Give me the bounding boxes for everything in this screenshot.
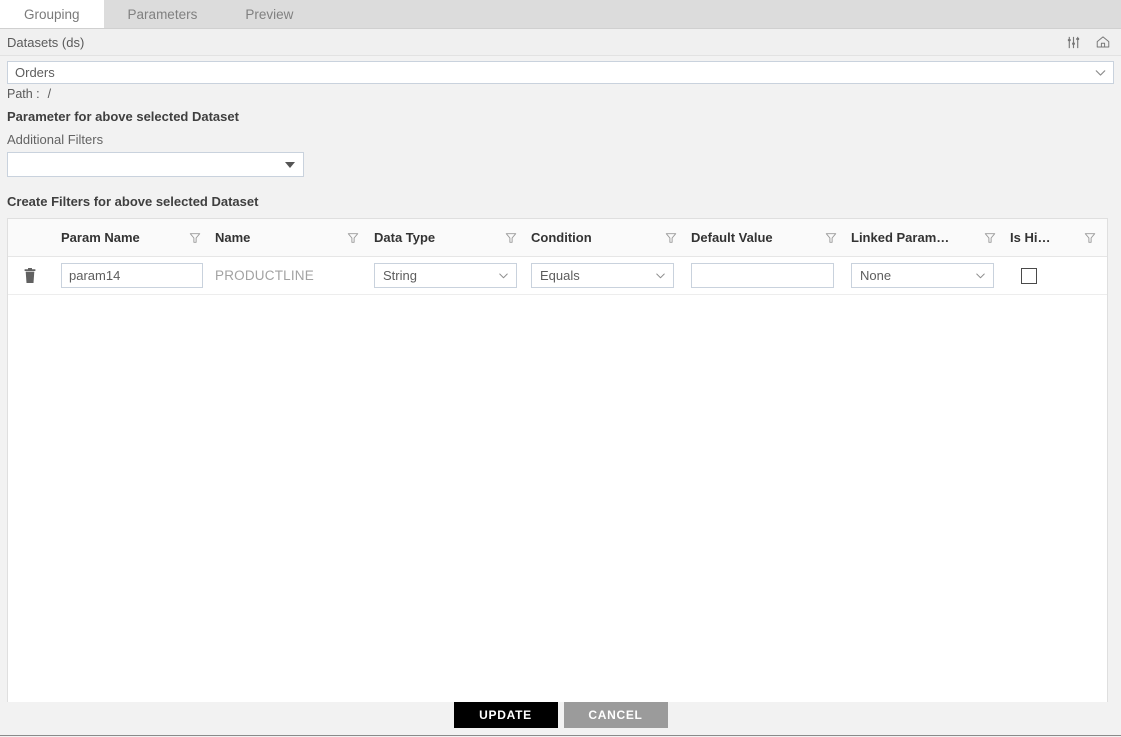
grid-header-is-hidden[interactable]: Is Hi… bbox=[1007, 219, 1107, 256]
row-default-value-cell bbox=[688, 257, 848, 294]
condition-select[interactable]: Equals bbox=[531, 263, 674, 288]
tab-parameters[interactable]: Parameters bbox=[104, 0, 222, 28]
path-value: / bbox=[47, 87, 52, 101]
dataset-select-value: Orders bbox=[15, 65, 55, 80]
additional-filters-select[interactable] bbox=[7, 152, 304, 177]
path-label: Path : bbox=[7, 87, 40, 101]
datasets-label: Datasets (ds) bbox=[7, 34, 85, 50]
grid-header-default-value-label: Default Value bbox=[691, 230, 773, 245]
funnel-filter-icon[interactable] bbox=[822, 232, 840, 244]
param-name-input[interactable] bbox=[61, 263, 203, 288]
cancel-button-label: CANCEL bbox=[588, 708, 643, 722]
linked-param-value: None bbox=[860, 268, 892, 283]
row-condition-cell: Equals bbox=[528, 257, 688, 294]
row-linked-param-cell: None bbox=[848, 257, 1007, 294]
grid-header-delete bbox=[8, 219, 52, 256]
grid-header-data-type-label: Data Type bbox=[374, 230, 436, 245]
grid-header-param-name[interactable]: Param Name bbox=[52, 219, 212, 256]
tab-grouping-label: Grouping bbox=[24, 6, 80, 22]
tab-parameters-label: Parameters bbox=[127, 6, 198, 22]
grid-header-param-name-label: Param Name bbox=[61, 230, 140, 245]
grid-header-data-type[interactable]: Data Type bbox=[370, 219, 528, 256]
grid-header-row: Param Name Name Data Type Condition Defa… bbox=[8, 219, 1107, 257]
create-filters-heading: Create Filters for above selected Datase… bbox=[7, 194, 259, 209]
funnel-filter-icon[interactable] bbox=[186, 232, 204, 244]
cancel-button[interactable]: CANCEL bbox=[563, 702, 668, 728]
row-data-type-cell: String bbox=[370, 257, 528, 294]
is-hidden-checkbox[interactable] bbox=[1021, 267, 1037, 284]
parameter-section-heading: Parameter for above selected Dataset bbox=[7, 109, 239, 124]
grid-header-linked-param[interactable]: Linked Param… bbox=[848, 219, 1007, 256]
row-delete-cell bbox=[8, 257, 52, 294]
funnel-filter-icon[interactable] bbox=[1081, 232, 1099, 244]
grid-header-condition[interactable]: Condition bbox=[528, 219, 688, 256]
grid-header-name[interactable]: Name bbox=[212, 219, 370, 256]
filters-grid: Param Name Name Data Type Condition Defa… bbox=[7, 218, 1108, 703]
chevron-down-icon bbox=[1092, 64, 1109, 81]
path-line: Path : / bbox=[7, 87, 1114, 101]
linked-param-select[interactable]: None bbox=[851, 263, 994, 288]
sliders-icon[interactable] bbox=[1064, 33, 1082, 51]
grid-header-default-value[interactable]: Default Value bbox=[688, 219, 848, 256]
tab-preview[interactable]: Preview bbox=[221, 0, 317, 28]
update-button-label: UPDATE bbox=[479, 708, 532, 722]
data-type-select[interactable]: String bbox=[374, 263, 517, 288]
dialog-footer: UPDATE CANCEL bbox=[0, 702, 1121, 736]
row-param-name-cell bbox=[52, 257, 212, 294]
trash-icon[interactable] bbox=[8, 267, 52, 284]
grid-header-condition-label: Condition bbox=[531, 230, 592, 245]
funnel-filter-icon[interactable] bbox=[502, 232, 520, 244]
datasets-header-bar: Datasets (ds) bbox=[0, 29, 1121, 56]
row-name-cell: PRODUCTLINE bbox=[212, 257, 370, 294]
caret-down-icon bbox=[285, 161, 295, 168]
tab-strip: Grouping Parameters Preview bbox=[0, 0, 1121, 29]
home-icon[interactable] bbox=[1094, 33, 1112, 51]
main-content: Orders Path : / Parameter for above sele… bbox=[0, 61, 1121, 703]
tab-strip-filler bbox=[317, 0, 1121, 28]
datasets-header-actions bbox=[1064, 33, 1112, 51]
default-value-input[interactable] bbox=[691, 263, 834, 288]
tab-grouping[interactable]: Grouping bbox=[0, 0, 104, 28]
chevron-down-icon bbox=[653, 268, 668, 283]
tab-preview-label: Preview bbox=[245, 6, 294, 22]
grid-header-is-hidden-label: Is Hi… bbox=[1010, 230, 1051, 245]
grid-header-linked-param-label: Linked Param… bbox=[851, 230, 950, 245]
dataset-select[interactable]: Orders bbox=[7, 61, 1114, 84]
funnel-filter-icon[interactable] bbox=[662, 232, 680, 244]
grid-header-name-label: Name bbox=[215, 230, 251, 245]
condition-value: Equals bbox=[540, 268, 580, 283]
additional-filters-label: Additional Filters bbox=[7, 132, 104, 147]
chevron-down-icon bbox=[973, 268, 988, 283]
row-is-hidden-cell bbox=[1007, 257, 1107, 294]
update-button[interactable]: UPDATE bbox=[453, 702, 558, 728]
funnel-filter-icon[interactable] bbox=[981, 232, 999, 244]
name-value: PRODUCTLINE bbox=[215, 268, 314, 283]
funnel-filter-icon[interactable] bbox=[344, 232, 362, 244]
table-row: PRODUCTLINE String Equals bbox=[8, 257, 1107, 295]
data-type-value: String bbox=[383, 268, 417, 283]
chevron-down-icon bbox=[496, 268, 511, 283]
